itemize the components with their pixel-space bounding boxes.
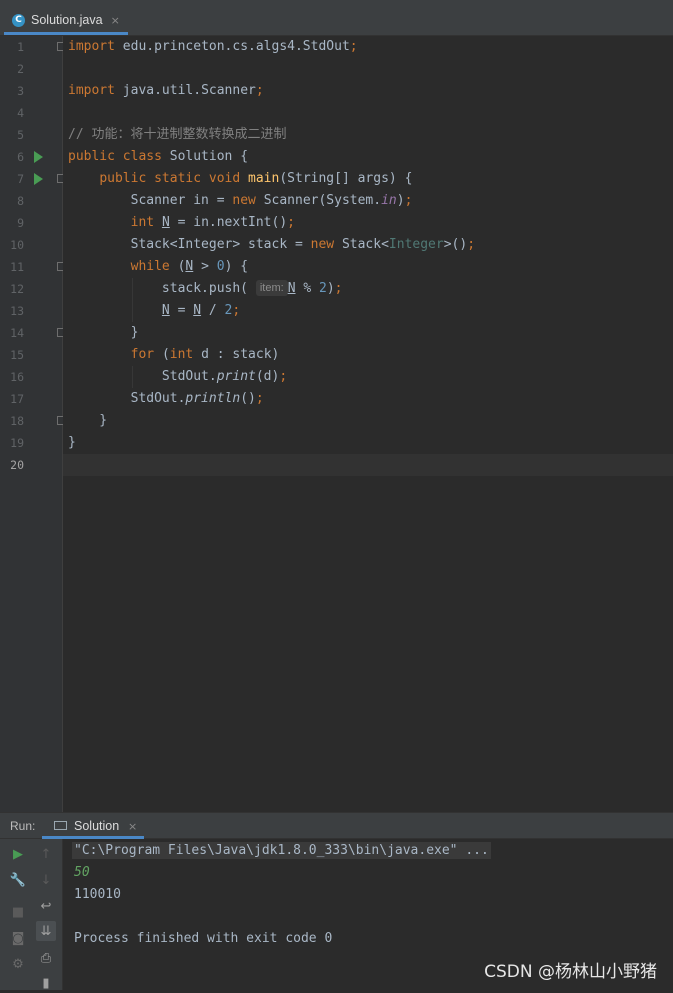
code-line-3: import java.util.Scanner; <box>68 83 264 98</box>
line-number: 12 <box>10 282 24 296</box>
line-number-current: 20 <box>10 458 24 472</box>
line-number: 1 <box>17 40 24 54</box>
code-line-7: public static void main(String[] args) { <box>99 171 413 186</box>
code-line-17: StdOut.println(); <box>68 391 264 406</box>
code-editor[interactable]: import edu.princeton.cs.algs4.StdOut; im… <box>63 36 673 812</box>
code-line-11: while (N > 0) { <box>130 259 249 274</box>
rerun-icon[interactable]: ▶ <box>8 844 28 864</box>
close-run-tab-icon[interactable]: × <box>128 820 137 833</box>
window-top-strip <box>0 0 673 8</box>
code-line-1: import edu.princeton.cs.algs4.StdOut; <box>68 39 358 54</box>
arrow-up-icon[interactable]: ↑ <box>36 844 56 864</box>
run-main-icon[interactable] <box>34 173 43 185</box>
code-line-15: for (int d : stack) <box>130 347 280 362</box>
code-line-12: stack.push( item: N % 2); <box>68 280 343 296</box>
camera-icon[interactable]: ◙ <box>8 928 28 948</box>
line-number: 18 <box>10 414 24 428</box>
code-line-13: N = N / 2; <box>161 303 241 318</box>
editor-gutter: 1 2 3 4 5 6 7 8 9 10 11 12 13 14 15 16 1… <box>0 36 65 812</box>
code-line-19: } <box>68 435 76 450</box>
run-tab-solution[interactable]: Solution × <box>42 813 144 839</box>
line-number: 17 <box>10 392 24 406</box>
line-number: 10 <box>10 238 24 252</box>
editor-tab-solution-java[interactable]: C Solution.java × <box>4 8 128 35</box>
console-exit-message: Process finished with exit code 0 <box>74 931 333 946</box>
line-number: 19 <box>10 436 24 450</box>
line-number: 11 <box>10 260 24 274</box>
settings-icon[interactable]: ⚙ <box>8 954 28 974</box>
line-number: 8 <box>17 194 24 208</box>
line-number: 4 <box>17 106 24 120</box>
code-line-18: } <box>68 413 108 428</box>
arrow-down-icon[interactable]: ↓ <box>36 870 56 890</box>
line-number: 3 <box>17 84 24 98</box>
line-number: 14 <box>10 326 24 340</box>
editor-tab-label: Solution.java <box>31 13 103 27</box>
editor-tab-bar: C Solution.java × <box>0 8 673 36</box>
trash-icon[interactable]: ▮ <box>36 973 56 993</box>
console-program-output: 110010 <box>74 887 121 902</box>
wrench-icon[interactable]: 🔧 <box>8 870 28 890</box>
line-number: 9 <box>17 216 24 230</box>
run-tab-label: Solution <box>74 819 120 833</box>
line-number: 7 <box>17 172 24 186</box>
param-hint: item: <box>255 280 288 296</box>
current-line-highlight <box>63 454 673 476</box>
console-user-input: 50 <box>74 865 90 880</box>
close-tab-icon[interactable]: × <box>111 14 120 27</box>
watermark: CSDN @杨林山小野猪 <box>484 962 657 982</box>
stop-icon[interactable]: ■ <box>8 902 28 922</box>
soft-wrap-icon[interactable]: ↩ <box>36 896 56 916</box>
run-tool-window-header: Run: Solution × <box>0 812 673 839</box>
code-line-9: int N = in.nextInt(); <box>130 215 295 230</box>
code-line-16: StdOut.print(d); <box>68 369 288 384</box>
console-command-line: "C:\Program Files\Java\jdk1.8.0_333\bin\… <box>72 842 491 859</box>
run-label: Run: <box>10 819 36 833</box>
line-number: 2 <box>17 62 24 76</box>
run-class-icon[interactable] <box>34 151 43 163</box>
line-number: 13 <box>10 304 24 318</box>
line-number: 5 <box>17 128 24 142</box>
code-line-10: Stack<Integer> stack = new Stack<Integer… <box>68 237 476 252</box>
console-icon <box>54 821 67 830</box>
run-toolbar: ▶ ↑ 🔧 ↓ ↩ ■ ⇊ ◙ ⎙ ⚙ ▮ <box>0 839 63 993</box>
line-number: 6 <box>17 150 24 164</box>
code-line-6: public class Solution { <box>68 149 249 164</box>
code-comment: // 功能：将十进制整数转换成二进制 <box>68 127 287 142</box>
code-line-8: Scanner in = new Scanner(System.in); <box>68 193 413 208</box>
code-line-14: } <box>68 325 139 340</box>
line-number: 15 <box>10 348 24 362</box>
line-number: 16 <box>10 370 24 384</box>
java-class-icon: C <box>12 13 25 27</box>
scroll-to-end-icon[interactable]: ⇊ <box>36 921 56 941</box>
print-icon[interactable]: ⎙ <box>36 948 56 968</box>
